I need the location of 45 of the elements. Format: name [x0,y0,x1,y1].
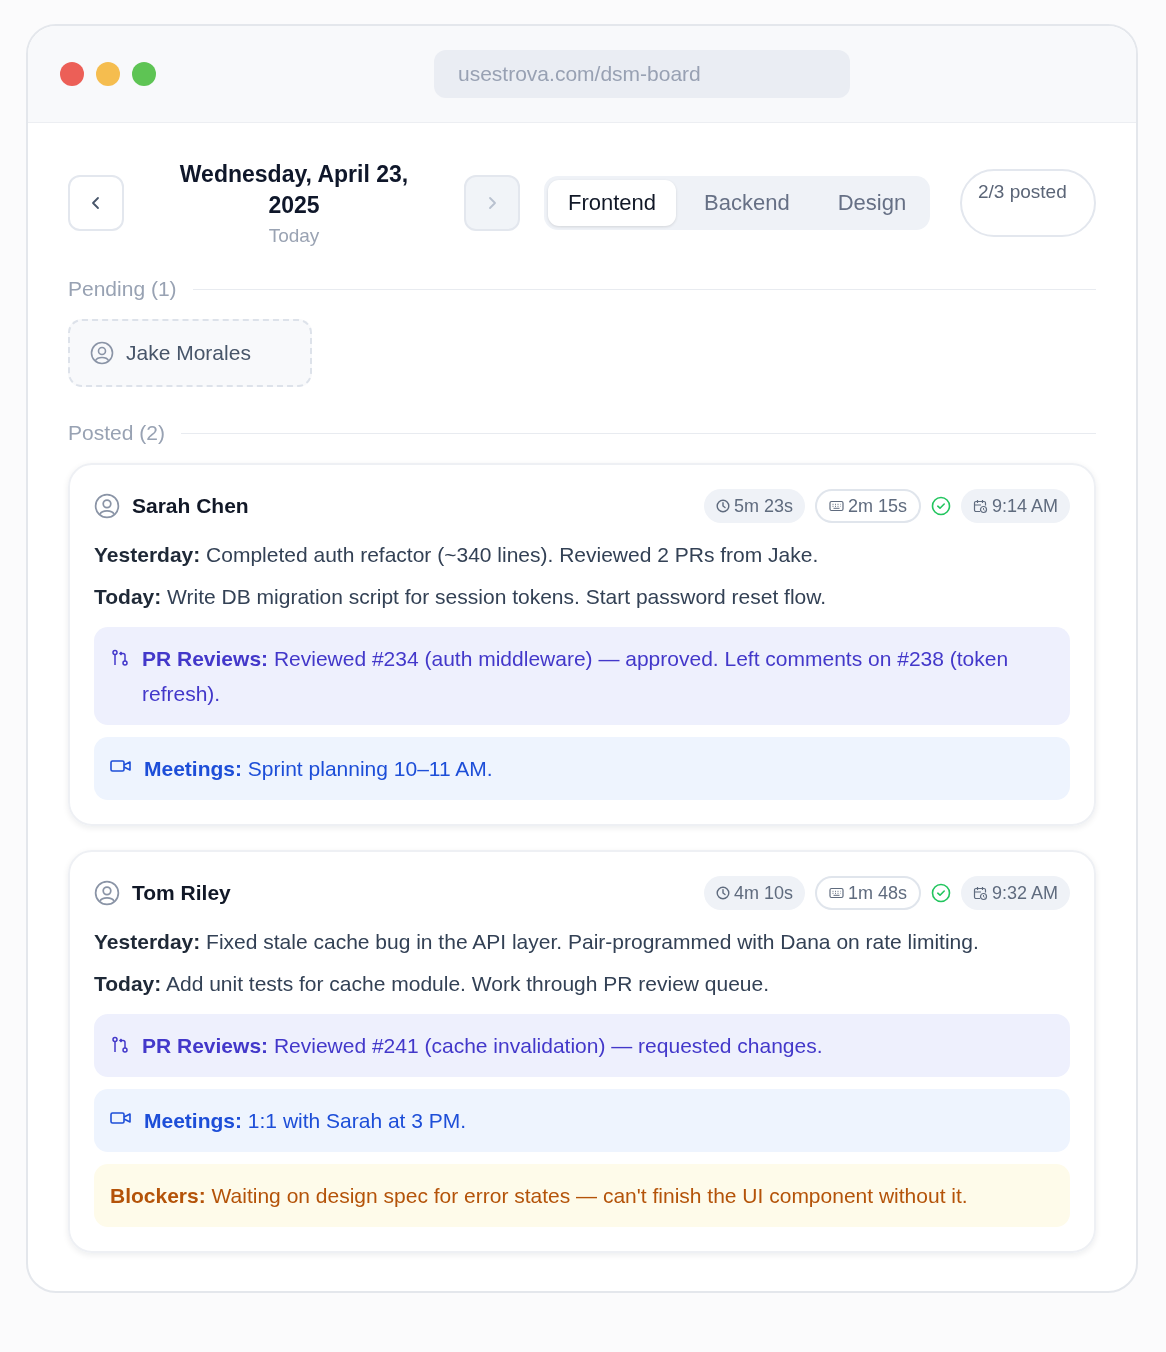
member-name: Sarah Chen [132,494,249,518]
note-text: Meetings: 1:1 with Sarah at 3 PM. [144,1108,467,1134]
previous-day-button[interactable] [68,175,124,231]
minimize-button[interactable] [96,62,120,86]
today-plan: Today: Add unit tests for cache module. Work through PR review queue. [94,972,771,996]
note-text: Blockers: Waiting on design spec for error states — can't finish the UI component without it. [110,1183,968,1209]
posted-time-chip: 9:14 AM [960,489,1070,523]
address-bar[interactable]: usestrova.com/dsm-board [434,50,850,98]
duration-chip: 4m 10s [703,876,805,910]
team-tab[interactable]: Frontend [548,180,677,226]
video-camera-icon [110,758,132,774]
duration-chip: 5m 23s [703,489,805,523]
yesterday-update: Yesterday: Fixed stale cache bug in the API layer. Pair-programmed with Dana on rate limiting. [94,930,980,954]
pending-member-chip[interactable]: Jake Morales [68,319,312,387]
team-tab[interactable]: Design [817,180,927,226]
keyboard-icon [828,500,844,512]
posted-count-badge: 2/3 posted [960,169,1096,237]
pull-request-icon [110,648,130,668]
note-text: PR Reviews: Reviewed #241 (cache invalidation) — requested changes. [142,1033,823,1059]
section-heading: Posted (2) [68,421,165,445]
date-title: Wednesday, April 23, 2025 [178,160,410,220]
today-plan: Today: Write DB migration script for session tokens. Start password reset flow. [94,585,828,609]
clock-icon [715,886,730,900]
member-name: Tom Riley [132,881,231,905]
user-icon [94,493,120,519]
pull-request-icon [110,1035,130,1055]
keyboard-icon [828,887,844,899]
close-button[interactable] [60,62,84,86]
calendar-clock-icon [972,498,988,514]
typing-time-chip: 1m 48s [814,876,921,910]
posted-time-chip: 9:32 AM [960,876,1070,910]
yesterday-update: Yesterday: Completed auth refactor (~340 lines). Reviewed 2 PRs from Jake. [94,543,820,567]
note-text: PR Reviews: Reviewed #234 (auth middleware) — approved. Left comments on #238 (token refresh). [142,646,1010,707]
user-icon [90,341,114,365]
typing-time-chip: 2m 15s [814,489,921,523]
date-subtitle: Today [267,225,321,247]
clock-icon [715,499,730,513]
member-name: Jake Morales [126,341,251,365]
note-text: Meetings: Sprint planning 10–11 AM. [144,756,493,782]
user-icon [94,880,120,906]
team-tab[interactable]: Backend [684,180,810,226]
section-heading: Pending (1) [68,277,177,301]
video-camera-icon [110,1110,132,1126]
maximize-button[interactable] [132,62,156,86]
calendar-clock-icon [972,885,988,901]
